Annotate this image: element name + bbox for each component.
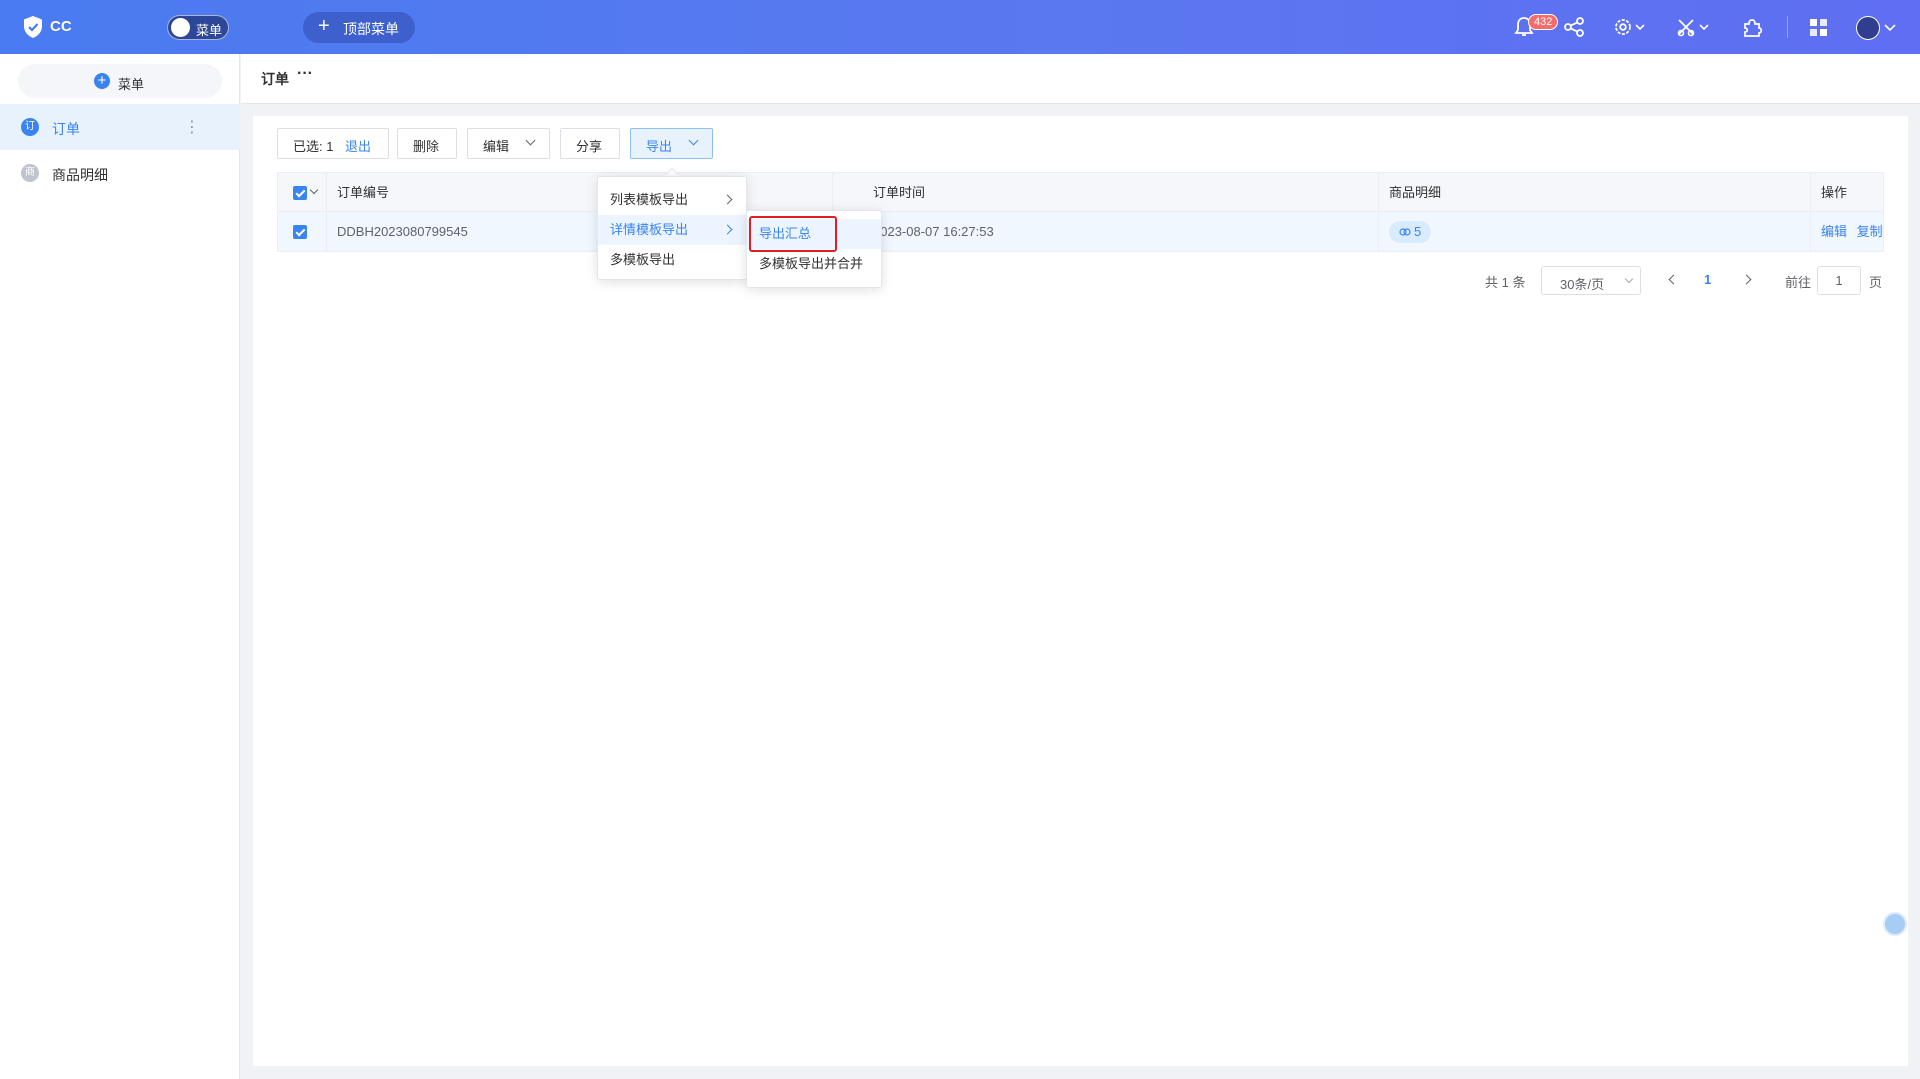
order-icon: 订	[21, 118, 39, 136]
column-header-product-detail[interactable]: 商品明细	[1379, 173, 1811, 212]
toggle-knob	[171, 18, 190, 37]
orders-table: 订单编号 订单时间 商品明细 操作 DDBH2023080799545 2023…	[277, 172, 1884, 252]
select-all-checkbox[interactable]	[293, 186, 307, 200]
menu-mode-toggle[interactable]: 菜单	[167, 15, 229, 40]
goto-page-input[interactable]: 1	[1817, 266, 1861, 295]
column-header-order-no[interactable]: 订单编号	[327, 173, 833, 212]
menu-item-multi-template-export[interactable]: 多模板导出	[598, 245, 746, 275]
row-edit-link[interactable]: 编辑	[1821, 224, 1847, 239]
settings-icon[interactable]	[1612, 15, 1652, 39]
tools-icon[interactable]	[1676, 15, 1716, 39]
export-dropdown-button[interactable]: 导出	[630, 128, 713, 159]
user-avatar[interactable]	[1856, 16, 1880, 40]
sidebar-item-label: 商品明细	[52, 167, 108, 183]
export-menu: 列表模板导出 详情模板导出 多模板导出	[597, 176, 747, 280]
menu-item-multi-template-merge-export[interactable]: 多模板导出并合并	[747, 249, 881, 279]
menu-item-detail-template-export[interactable]: 详情模板导出	[598, 215, 746, 245]
menu-item-label: 多模板导出	[610, 252, 676, 267]
share-button[interactable]: 分享	[560, 128, 620, 159]
column-header-actions: 操作	[1821, 185, 1848, 200]
plus-icon: +	[318, 15, 330, 37]
top-bar: CC 菜单 + 顶部菜单 432	[0, 0, 1920, 54]
chevron-down-icon[interactable]	[309, 185, 319, 195]
app-name: CC	[50, 18, 72, 35]
chevron-down-icon	[688, 135, 699, 146]
table-row[interactable]: DDBH2023080799545 2023-08-07 16:27:53 5 …	[278, 212, 1883, 251]
prev-page-icon[interactable]	[1668, 274, 1679, 285]
top-menu-label: 顶部菜单	[343, 21, 399, 37]
delete-label: 删除	[413, 139, 440, 154]
chevron-right-icon	[722, 194, 733, 205]
row-copy-link[interactable]: 复制	[1857, 224, 1883, 239]
shield-logo-icon	[24, 16, 42, 38]
edit-label: 编辑	[483, 139, 510, 154]
apps-grid-icon[interactable]	[1806, 15, 1832, 39]
sidebar: + 菜单 订 订单 ⋮ 商 商品明细	[0, 54, 240, 1079]
highlight-annotation	[749, 216, 837, 252]
pagination-total: 共 1 条	[1485, 275, 1526, 290]
chevron-right-icon	[722, 224, 733, 235]
menu-item-list-template-export[interactable]: 列表模板导出	[598, 185, 746, 215]
menu-toggle-label: 菜单	[196, 23, 223, 38]
share-label: 分享	[576, 139, 603, 154]
main-content: 已选: 1 退出 删除 编辑 分享 导出 订单编号 订单时间 商品明细 操作 D…	[253, 116, 1908, 1066]
delete-button[interactable]: 删除	[397, 128, 457, 159]
column-header-order-time[interactable]: 订单时间	[863, 173, 1379, 212]
sidebar-item-product-details[interactable]: 商 商品明细	[0, 150, 240, 196]
actions-cell: 编辑 复制	[1811, 212, 1883, 251]
page-unit-label: 页	[1869, 275, 1883, 290]
row-checkbox-cell	[278, 212, 327, 251]
sidebar-item-label: 订单	[52, 121, 80, 137]
more-vertical-icon[interactable]: ⋮	[184, 117, 200, 137]
chevron-down-icon	[525, 135, 536, 146]
add-top-menu-button[interactable]: + 顶部菜单	[303, 12, 415, 43]
chevron-down-icon	[1624, 274, 1634, 284]
selection-indicator: 已选: 1 退出	[277, 128, 389, 159]
chevron-down-icon[interactable]	[1883, 15, 1897, 39]
product-detail-cell: 5	[1379, 212, 1811, 251]
plus-circle-icon: +	[94, 73, 110, 89]
export-label: 导出	[646, 139, 673, 154]
plugin-icon[interactable]	[1740, 15, 1766, 39]
row-checkbox[interactable]	[293, 225, 307, 239]
menu-item-label: 详情模板导出	[610, 222, 689, 237]
page-size-value: 30条/页	[1560, 277, 1605, 292]
exit-selection-link[interactable]: 退出	[345, 136, 371, 155]
share-icon[interactable]	[1561, 15, 1587, 39]
page-title: 订单	[261, 71, 289, 87]
add-menu-button[interactable]: + 菜单	[18, 64, 222, 98]
edit-dropdown-button[interactable]: 编辑	[467, 128, 550, 159]
more-horizontal-icon[interactable]: ···	[297, 65, 313, 83]
link-icon	[1399, 228, 1411, 236]
goto-label: 前往	[1785, 275, 1812, 290]
product-icon: 商	[21, 164, 39, 182]
sidebar-item-orders[interactable]: 订 订单 ⋮	[0, 104, 240, 150]
menu-item-label: 列表模板导出	[610, 192, 689, 207]
product-detail-count: 5	[1414, 224, 1422, 239]
topbar-divider	[1787, 16, 1788, 38]
page-size-select[interactable]: 30条/页	[1541, 266, 1641, 295]
current-page[interactable]: 1	[1704, 272, 1711, 302]
notification-badge: 432	[1528, 14, 1559, 30]
selected-count: 已选: 1	[293, 139, 334, 154]
select-all-cell	[278, 173, 327, 212]
help-float-icon[interactable]	[1883, 912, 1907, 936]
next-page-icon[interactable]	[1741, 274, 1752, 285]
product-detail-tag[interactable]: 5	[1389, 221, 1432, 243]
table-header: 订单编号 订单时间 商品明细 操作	[278, 173, 1883, 212]
breadcrumb: 订单 ···	[241, 54, 1920, 104]
order-time-cell: 2023-08-07 16:27:53	[863, 212, 1379, 251]
add-menu-label: 菜单	[118, 77, 145, 92]
